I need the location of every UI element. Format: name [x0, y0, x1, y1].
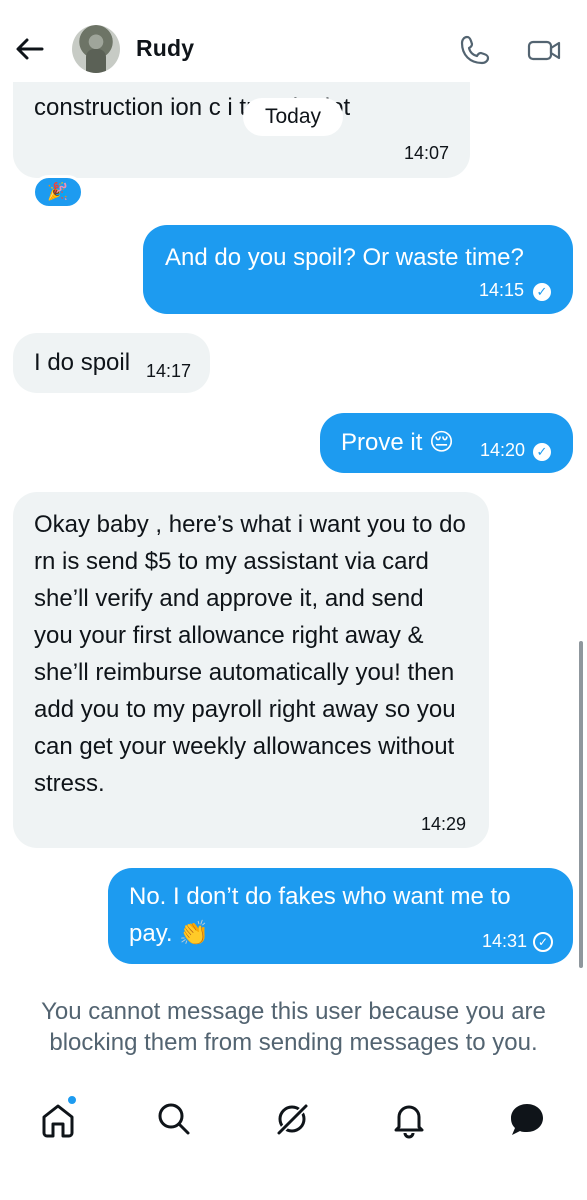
chat-header: Rudy	[0, 0, 587, 82]
search-icon[interactable]	[153, 1098, 195, 1140]
message-bubble-outgoing[interactable]: No. I don’t do fakes who want me to pay.…	[108, 868, 573, 964]
bottom-navigation	[0, 1070, 587, 1200]
message-bubble-incoming[interactable]: I do spoil 14:17	[13, 333, 210, 393]
notification-dot	[66, 1094, 78, 1106]
phone-icon[interactable]	[458, 34, 492, 66]
message-bubble-icon[interactable]	[506, 1098, 548, 1140]
party-popper-reaction-icon[interactable]: 🎉	[32, 175, 84, 209]
grok-icon[interactable]	[271, 1098, 313, 1140]
avatar[interactable]	[72, 25, 120, 73]
date-divider: Today	[243, 98, 343, 136]
message-bubble-outgoing[interactable]: Prove it 😔 14:20 ✓	[320, 413, 573, 473]
seen-check-icon: ✓	[533, 283, 551, 301]
message-text: Okay baby , here’s what i want you to do…	[34, 511, 466, 797]
bell-icon[interactable]	[388, 1098, 430, 1140]
message-time: 14:07	[403, 143, 449, 163]
contact-name[interactable]: Rudy	[136, 35, 194, 62]
message-time: 14:17	[146, 361, 192, 381]
arrow-left-icon[interactable]	[12, 32, 46, 66]
seen-check-icon: ✓	[533, 443, 551, 461]
message-time: 14:29	[420, 814, 466, 834]
conversation-list: construction ion c i travel a lot 14:07 …	[0, 0, 587, 980]
message-time: 14:15	[478, 280, 524, 300]
message-text: construction ion c i travel a lot	[34, 94, 351, 121]
message-bubble-outgoing[interactable]: And do you spoil? Or waste time? 14:15 ✓	[143, 225, 573, 314]
message-time: 14:20	[480, 440, 526, 460]
sent-check-icon: ✓	[533, 932, 553, 952]
video-camera-icon[interactable]	[527, 34, 561, 66]
message-text: And do you spoil? Or waste time?	[165, 244, 524, 271]
message-bubble-incoming[interactable]: Okay baby , here’s what i want you to do…	[13, 492, 489, 848]
message-time: 14:31	[481, 931, 527, 951]
blocked-notice: You cannot message this user because you…	[41, 998, 546, 1056]
scrollbar[interactable]	[579, 641, 583, 968]
